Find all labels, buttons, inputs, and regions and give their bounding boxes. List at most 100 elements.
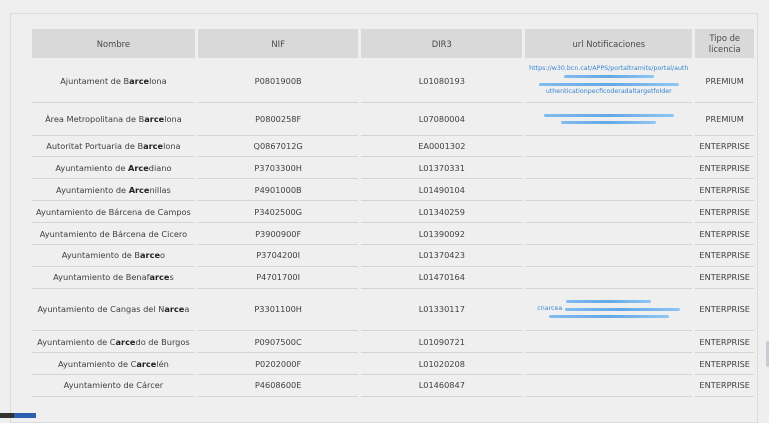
cell-dir3: L01390092: [361, 223, 523, 245]
cell-dir3: L01090721: [361, 331, 523, 354]
cell-url-notificaciones[interactable]: [525, 103, 693, 136]
table-row[interactable]: Ayuntamiento de Carcelén P0202000F L010202…: [32, 353, 754, 376]
taskbar-start: [0, 413, 14, 418]
cell-nif: P3402500G: [197, 201, 359, 224]
column-header-url-notificaciones[interactable]: url Notificaciones: [525, 29, 693, 58]
search-highlight: Arce: [128, 184, 150, 195]
redacted-mark: [565, 307, 681, 311]
cell-url-notificaciones[interactable]: [525, 353, 693, 376]
search-highlight: arce: [115, 336, 136, 347]
table-row[interactable]: Autoritat Portuaria de Barcelona Q0867012…: [32, 136, 754, 158]
cell-nombre: Ayuntamiento de Carcelén: [32, 353, 195, 376]
entities-table: Nombre NIF DIR3 url Notificaciones Tipo …: [29, 29, 757, 397]
cell-tipo-licencia: ENTERPRISE: [695, 267, 754, 289]
cell-tipo-licencia: ENTERPRISE: [695, 289, 754, 332]
cell-nif: P0800258F: [197, 103, 359, 136]
cell-nif: P4701700I: [197, 267, 359, 289]
cell-dir3: L01340259: [361, 201, 523, 224]
redacted-mark: [548, 315, 669, 319]
cell-dir3: L01370331: [361, 157, 523, 180]
cell-dir3: L01020208: [361, 353, 523, 376]
redacted-mark: [543, 113, 674, 117]
column-header-nif[interactable]: NIF: [197, 29, 359, 58]
cell-dir3: L07080004: [361, 103, 523, 136]
cell-nif: P3900900F: [197, 223, 359, 245]
cell-dir3: L01460847: [361, 375, 523, 397]
cell-tipo-licencia: ENTERPRISE: [695, 157, 754, 180]
search-highlight: arce: [149, 272, 170, 283]
cell-tipo-licencia: PREMIUM: [695, 60, 754, 103]
cell-url-notificaciones[interactable]: [525, 267, 693, 289]
column-header-tipo-licencia[interactable]: Tipo de licencia: [695, 29, 754, 58]
url-link[interactable]: uthenticationpecficoderadaltargetfolder: [529, 88, 688, 96]
cell-nombre: Ayuntamiento de Bárcena de Campos: [32, 201, 195, 224]
search-highlight: arce: [143, 140, 164, 151]
search-highlight: arce: [140, 250, 161, 261]
redacted-mark: [538, 83, 679, 87]
table-row[interactable]: Ayuntamiento de Cárcer P4608600E L01460847…: [32, 375, 754, 397]
results-panel: Nombre NIF DIR3 url Notificaciones Tipo …: [10, 13, 758, 423]
cell-nombre: Àrea Metropolitana de Barcelona: [32, 103, 195, 136]
cell-nif: P0907500C: [197, 331, 359, 354]
search-highlight: arce: [164, 304, 185, 315]
cell-url-notificaciones[interactable]: [525, 223, 693, 245]
cell-nif: P3704200I: [197, 245, 359, 267]
cell-tipo-licencia: ENTERPRISE: [695, 201, 754, 224]
cell-tipo-licencia: ENTERPRISE: [695, 223, 754, 245]
cell-nombre: Autoritat Portuaria de Barcelona: [32, 136, 195, 158]
column-header-dir3[interactable]: DIR3: [361, 29, 523, 58]
cell-url-notificaciones[interactable]: [525, 331, 693, 354]
cell-dir3: L01080193: [361, 60, 523, 103]
column-header-nombre[interactable]: Nombre: [32, 29, 195, 58]
cell-nif: P0801900B: [197, 60, 359, 103]
cell-nombre: Ayuntamiento de Bárcena de Cicero: [32, 223, 195, 245]
table-row[interactable]: Ajuntament de Barcelona P0801900B L0108019…: [32, 60, 754, 103]
cell-dir3: L01490104: [361, 179, 523, 202]
cell-nombre: Ayuntamiento de Carcedo de Burgos: [32, 331, 195, 354]
cell-nif: P4608600E: [197, 375, 359, 397]
table-row[interactable]: Ayuntamiento de Bárcena de Campos P340250…: [32, 201, 754, 224]
cell-tipo-licencia: ENTERPRISE: [695, 245, 754, 267]
redacted-mark: [566, 300, 652, 304]
cell-tipo-licencia: ENTERPRISE: [695, 136, 754, 158]
table-row[interactable]: Ayuntamiento de Arcediano P3703300H L01370…: [32, 157, 754, 180]
cell-url-notificaciones[interactable]: [525, 179, 693, 202]
cell-nif: Q0867012G: [197, 136, 359, 158]
cell-dir3: L01370423: [361, 245, 523, 267]
cell-tipo-licencia: ENTERPRISE: [695, 331, 754, 354]
cell-nif: P0202000F: [197, 353, 359, 376]
cell-url-notificaciones[interactable]: [525, 375, 693, 397]
cell-nombre: Ayuntamiento de Cangas del Narcea: [32, 289, 195, 332]
cell-tipo-licencia: ENTERPRISE: [695, 375, 754, 397]
table-row[interactable]: Ayuntamiento de Arcenillas P4901000B L0149…: [32, 179, 754, 202]
cell-nombre: Ajuntament de Barcelona: [32, 60, 195, 103]
cell-nombre: Ayuntamiento de Cárcer: [32, 375, 195, 397]
cell-tipo-licencia: PREMIUM: [695, 103, 754, 136]
redacted-mark: [563, 75, 654, 79]
cell-url-notificaciones[interactable]: cnarcea: [525, 289, 693, 332]
table-row[interactable]: Ayuntamiento de Bárcena de Cicero P390090…: [32, 223, 754, 245]
table-body: Ajuntament de Barcelona P0801900B L0108019…: [32, 60, 754, 397]
table-header-row: Nombre NIF DIR3 url Notificaciones Tipo …: [32, 29, 754, 58]
table-row[interactable]: Àrea Metropolitana de Barcelona P0800258F…: [32, 103, 754, 136]
url-link[interactable]: cnarcea: [537, 305, 562, 313]
cell-url-notificaciones[interactable]: [525, 245, 693, 267]
table-row[interactable]: Ayuntamiento de Cangas del Narcea P330110…: [32, 289, 754, 332]
cell-nif: P3301100H: [197, 289, 359, 332]
search-highlight: arce: [136, 358, 157, 369]
cell-nombre: Ayuntamiento de Barceo: [32, 245, 195, 267]
table-row[interactable]: Ayuntamiento de Carcedo de Burgos P090750…: [32, 331, 754, 354]
table-row[interactable]: Ayuntamiento de Barceo P3704200I L01370423…: [32, 245, 754, 267]
cell-url-notificaciones[interactable]: [525, 201, 693, 224]
table-row[interactable]: Ayuntamiento de Benafarces P4701700I L0147…: [32, 267, 754, 289]
cell-nombre: Ayuntamiento de Benafarces: [32, 267, 195, 289]
cell-url-notificaciones[interactable]: https://w30.bcn.cat/APPS/portaltramits/p…: [525, 60, 693, 103]
cell-nif: P3703300H: [197, 157, 359, 180]
search-highlight: Arce: [127, 162, 149, 173]
cell-dir3: EA0001302: [361, 136, 523, 158]
cell-nombre: Ayuntamiento de Arcediano: [32, 157, 195, 180]
cell-url-notificaciones[interactable]: [525, 136, 693, 158]
url-link[interactable]: https://w30.bcn.cat/APPS/portaltramits/p…: [529, 65, 688, 73]
search-highlight: arce: [129, 75, 150, 86]
cell-url-notificaciones[interactable]: [525, 157, 693, 180]
